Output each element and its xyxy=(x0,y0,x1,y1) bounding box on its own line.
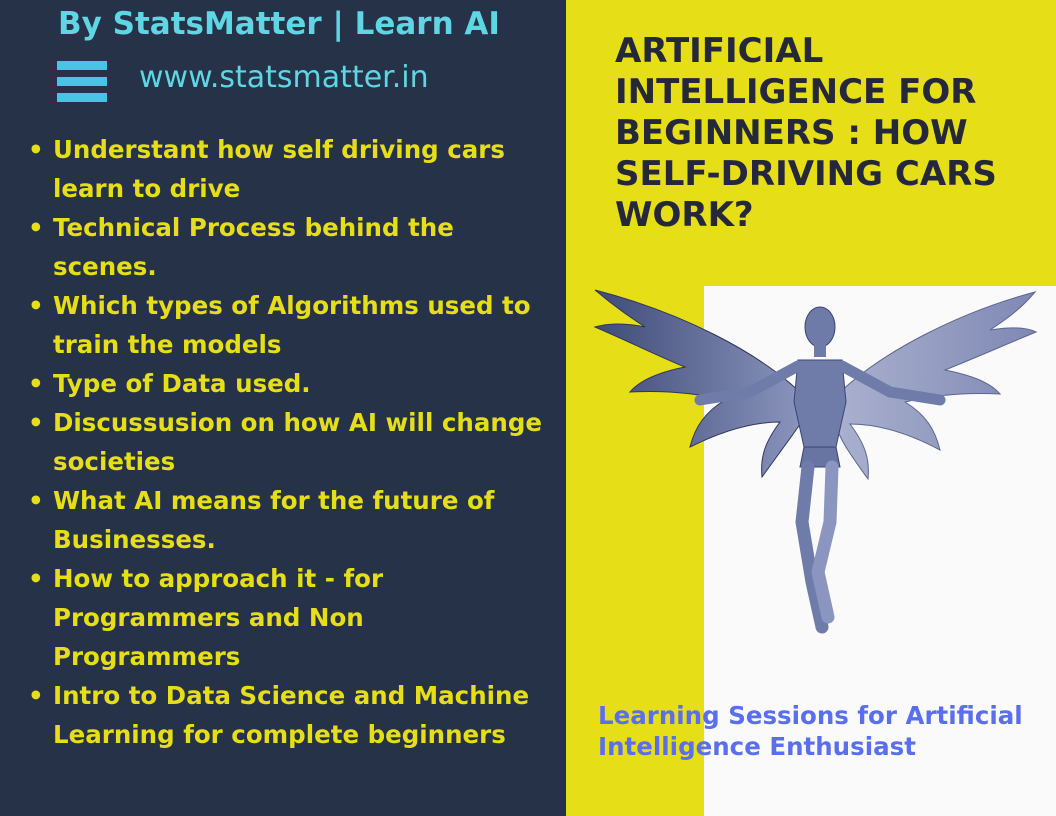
menu-icon xyxy=(57,61,107,103)
website-url[interactable]: www.statsmatter.in xyxy=(139,60,429,95)
headline: ARTIFICIAL INTELLIGENCE FOR BEGINNERS : … xyxy=(615,31,997,235)
brand-title: By StatsMatter | Learn AI xyxy=(58,6,500,42)
topic-item: What AI means for the future of Business… xyxy=(24,481,554,559)
topic-item: Intro to Data Science and Machine Learni… xyxy=(24,676,554,754)
topic-list: Understant how self driving cars learn t… xyxy=(24,130,554,754)
topic-item: Discussusion on how AI will change socie… xyxy=(24,403,554,481)
topic-item: How to approach it - for Programmers and… xyxy=(24,559,554,676)
topic-item: Understant how self driving cars learn t… xyxy=(24,130,554,208)
topic-item: Which types of Algorithms used to train … xyxy=(24,286,554,364)
topic-item: Technical Process behind the scenes. xyxy=(24,208,554,286)
winged-robot-illustration xyxy=(593,289,1038,634)
tagline: Learning Sessions for Artificial Intelli… xyxy=(598,701,1023,761)
topic-item: Type of Data used. xyxy=(24,364,554,403)
